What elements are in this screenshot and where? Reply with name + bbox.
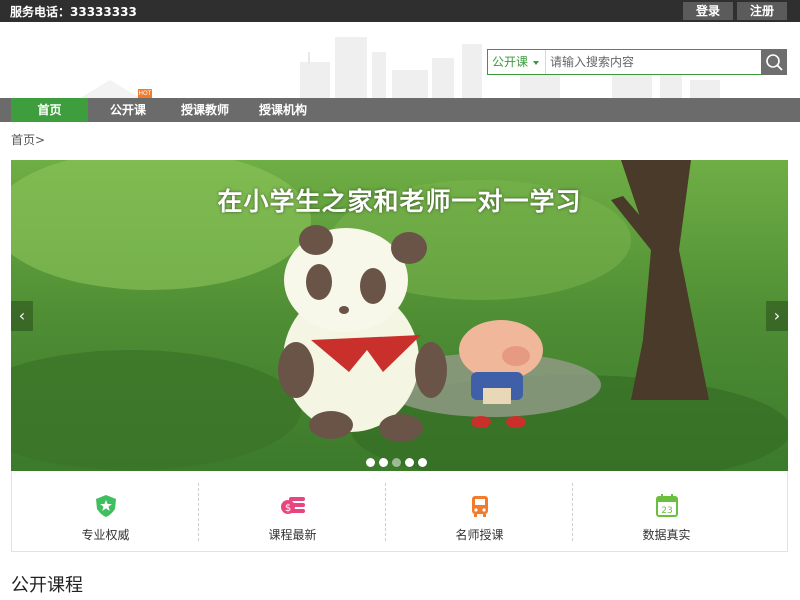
nav-institutions[interactable]: 授课机构 — [250, 98, 316, 122]
section-title-open-courses: 公开课程 — [11, 575, 83, 596]
svg-text:$: $ — [285, 503, 291, 514]
banner-pagination — [366, 452, 431, 471]
features-strip: 专业权威 $ 课程最新 名师授课 23 数据真实 — [11, 471, 788, 552]
bus-icon — [472, 496, 488, 517]
search-category-select[interactable]: 公开课 — [488, 50, 546, 74]
feature-latest[interactable]: $ 课程最新 — [199, 471, 386, 551]
banner-carousel[interactable]: 在小学生之家和老师一对一学习 ‹ › — [11, 160, 788, 471]
feature-authority[interactable]: 专业权威 — [12, 471, 199, 551]
search-icon — [766, 54, 783, 71]
calendar-icon: 23 — [656, 494, 678, 517]
breadcrumb[interactable]: 首页> — [11, 131, 45, 148]
slide-dot[interactable] — [418, 458, 427, 467]
banner-caption: 在小学生之家和老师一对一学习 — [217, 187, 582, 216]
hot-badge: HOT — [138, 89, 152, 98]
slide-dot[interactable] — [379, 458, 388, 467]
header: 公开课 — [0, 22, 800, 98]
register-button[interactable]: 注册 — [737, 2, 787, 20]
slide-dot[interactable] — [392, 458, 401, 467]
feature-famous-teachers[interactable]: 名师授课 — [386, 471, 573, 551]
feature-label: 名师授课 — [455, 528, 504, 542]
search-box: 公开课 — [487, 49, 787, 75]
shield-icon — [96, 495, 116, 517]
top-bar: 服务电话：33333333 登录 注册 — [0, 0, 800, 22]
feature-label: 专业权威 — [81, 528, 130, 542]
feature-real-data[interactable]: 23 数据真实 — [573, 471, 760, 551]
nav-home[interactable]: 首页 — [11, 98, 88, 122]
slide-dot[interactable] — [405, 458, 414, 467]
main-nav: 首页 公开课 授课教师 授课机构 — [0, 98, 800, 122]
search-input[interactable] — [550, 52, 758, 72]
coin-stack-icon: $ — [281, 497, 305, 514]
calendar-day: 23 — [661, 506, 672, 516]
nav-teachers[interactable]: 授课教师 — [172, 98, 238, 122]
nav-open-courses[interactable]: 公开课 — [98, 98, 158, 122]
login-button[interactable]: 登录 — [683, 2, 733, 20]
slide-dot[interactable] — [366, 458, 375, 467]
search-button[interactable] — [761, 49, 787, 75]
service-phone: 服务电话：33333333 — [10, 5, 137, 19]
banner-prev-button[interactable]: ‹ — [11, 301, 33, 331]
feature-label: 数据真实 — [642, 528, 691, 542]
banner-next-button[interactable]: › — [766, 301, 788, 331]
feature-label: 课程最新 — [268, 528, 317, 542]
chevron-down-icon — [533, 60, 540, 65]
search-category-label: 公开课 — [492, 55, 529, 69]
